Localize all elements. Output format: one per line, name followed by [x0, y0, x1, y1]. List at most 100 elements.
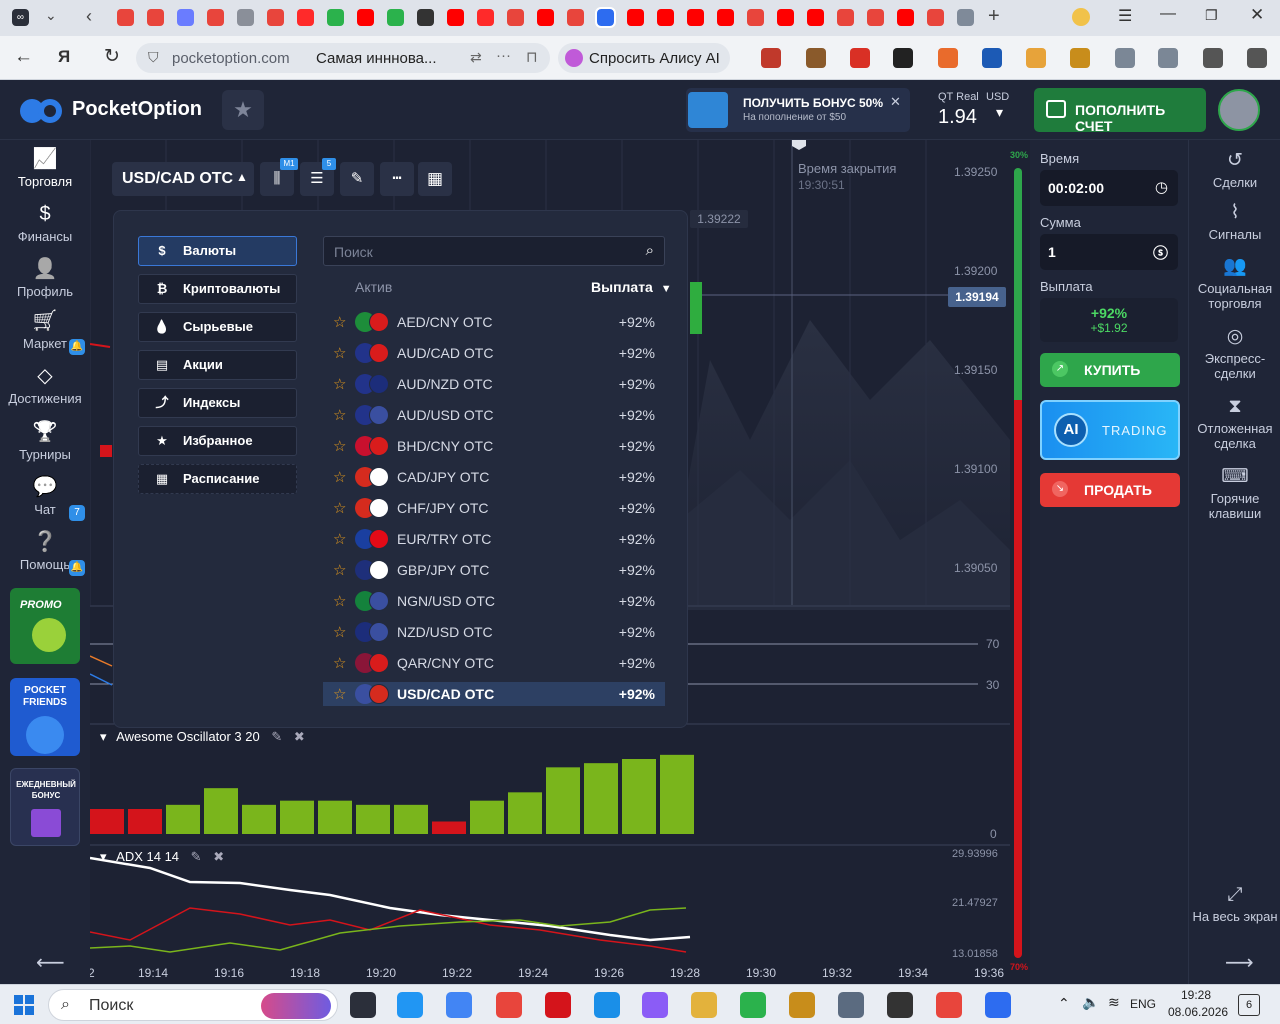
asset-row[interactable]: ☆ AED/CNY OTC +92% — [323, 310, 665, 334]
daily-bonus-card[interactable]: ЕЖЕДНЕВНЫЙ БОНУС — [10, 768, 80, 846]
taskbar-app-icon[interactable] — [642, 992, 668, 1018]
layout-button[interactable]: ▦ — [418, 162, 452, 196]
asset-row[interactable]: ☆ QAR/CNY OTC +92% — [323, 651, 665, 675]
browser-tab-icon[interactable] — [237, 9, 254, 26]
right-nav-item-2[interactable]: 👥 Социальная торговля — [1189, 256, 1280, 311]
category-commodities[interactable]: 💧Сырьевые товары — [138, 312, 297, 362]
star-outline-icon[interactable]: ☆ — [333, 313, 346, 331]
browser-tab-icon[interactable] — [837, 9, 854, 26]
time-input[interactable]: 00:02:00 ◷ — [1040, 170, 1178, 206]
chevron-down-icon[interactable]: ⌄ — [45, 7, 57, 24]
browser-tab-icon[interactable] — [477, 9, 494, 26]
indicators-button[interactable]: ☰ 5 — [300, 158, 336, 196]
asset-row[interactable]: ☆ CAD/JPY OTC +92% — [323, 465, 665, 489]
star-outline-icon[interactable]: ☆ — [333, 344, 346, 362]
asset-row[interactable]: ☆ NGN/USD OTC +92% — [323, 589, 665, 613]
extension-icon[interactable] — [1026, 48, 1046, 68]
category-favorites[interactable]: ★ Избранное — [138, 426, 297, 456]
line-style-button[interactable]: ┅ — [380, 162, 414, 196]
back-tabs-icon[interactable]: ‹ — [86, 6, 92, 27]
star-outline-icon[interactable]: ☆ — [333, 406, 346, 424]
asset-row[interactable]: ☆ EUR/TRY OTC +92% — [323, 527, 665, 551]
taskbar-app-icon[interactable] — [397, 992, 423, 1018]
asset-row[interactable]: ☆ GBP/JPY OTC +92% — [323, 558, 665, 582]
browser-tab-icon[interactable] — [147, 9, 164, 26]
profile-icon[interactable] — [1072, 8, 1090, 26]
asset-row[interactable]: ☆ BHD/CNY OTC +92% — [323, 434, 665, 458]
right-nav-item-0[interactable]: ↺ Сделки — [1189, 150, 1280, 190]
star-outline-icon[interactable]: ☆ — [333, 592, 346, 610]
extension-icon[interactable] — [1158, 48, 1178, 68]
bonus-banner[interactable]: ПОЛУЧИТЬ БОНУС 50% На пополнение от $50 … — [686, 88, 910, 132]
taskbar-app-icon[interactable] — [594, 992, 620, 1018]
clock-icon[interactable]: ◷ — [1155, 178, 1168, 196]
asset-row[interactable]: ☆ AUD/USD OTC +92% — [323, 403, 665, 427]
browser-tab-icon[interactable] — [807, 9, 824, 26]
avatar[interactable] — [1218, 89, 1260, 131]
expand-right-icon[interactable]: ⟶ — [1225, 950, 1254, 975]
extension-icon[interactable] — [938, 48, 958, 68]
left-nav-item-4[interactable]: ◇ Достижения — [0, 365, 90, 406]
category-stocks[interactable]: ▤ Акции — [138, 350, 297, 380]
deposit-button[interactable]: ПОПОЛНИТЬ СЧЕТ — [1034, 88, 1206, 134]
browser-tab-icon[interactable] — [537, 9, 554, 26]
favorites-star-icon[interactable]: ★ — [222, 90, 264, 130]
candles-type-button[interactable]: ⫼ M1 — [260, 158, 298, 196]
right-nav-item-4[interactable]: ⧗ Отложенная сделка — [1189, 396, 1280, 451]
minimize-icon[interactable]: — — [1160, 5, 1176, 23]
browser-tab-icon[interactable] — [595, 7, 616, 28]
omnibox[interactable]: ⛉ pocketoption.com Самая инннова... ⇄ ··… — [136, 43, 550, 73]
notifications-icon[interactable]: 6 — [1238, 994, 1260, 1016]
amount-input[interactable]: 1 ⓢ — [1040, 234, 1178, 270]
dollar-circle-icon[interactable]: ⓢ — [1153, 242, 1168, 263]
browser-tab-icon[interactable] — [867, 9, 884, 26]
extension-icon[interactable] — [1203, 48, 1223, 68]
browser-tab-icon[interactable] — [687, 9, 704, 26]
star-outline-icon[interactable]: ☆ — [333, 375, 346, 393]
browser-tab-icon[interactable] — [927, 9, 944, 26]
taskbar-app-icon[interactable] — [789, 992, 815, 1018]
browser-tab-icon[interactable] — [297, 9, 314, 26]
star-outline-icon[interactable]: ☆ — [333, 468, 346, 486]
browser-tab-icon[interactable] — [327, 9, 344, 26]
extension-icon[interactable] — [806, 48, 826, 68]
taskbar-app-icon[interactable] — [838, 992, 864, 1018]
star-outline-icon[interactable]: ☆ — [333, 437, 346, 455]
edit-icon[interactable]: ✎ — [271, 729, 282, 744]
promo-card[interactable]: PROMO — [10, 588, 80, 664]
category-indices[interactable]: ⤴ Индексы — [138, 388, 297, 418]
browser-tab-icon[interactable] — [507, 9, 524, 26]
translate-icon[interactable]: ⇄ — [470, 49, 482, 66]
star-outline-icon[interactable]: ☆ — [333, 623, 346, 641]
menu-icon[interactable]: ☰ — [1118, 6, 1132, 26]
refresh-icon[interactable]: ↻ — [104, 46, 120, 68]
asset-selector[interactable]: USD/CAD OTC ▲ — [112, 162, 254, 196]
browser-tab-icon[interactable] — [267, 9, 284, 26]
star-outline-icon[interactable]: ☆ — [333, 499, 346, 517]
extension-icon[interactable] — [850, 48, 870, 68]
close-banner-icon[interactable]: ✕ — [890, 94, 901, 110]
taskbar-app-icon[interactable] — [350, 992, 376, 1018]
browser-tab-icon[interactable] — [207, 9, 224, 26]
browser-tab-icon[interactable] — [747, 9, 764, 26]
asset-row[interactable]: ☆ AUD/NZD OTC +92% — [323, 372, 665, 396]
extension-icon[interactable] — [1247, 48, 1267, 68]
asset-search-input[interactable]: Поиск ⌕ — [323, 236, 665, 266]
left-nav-item-2[interactable]: 👤 Профиль — [0, 258, 90, 299]
right-nav-item-6[interactable]: ⤢ На весь экран — [1189, 884, 1280, 924]
close-window-icon[interactable]: ✕ — [1250, 5, 1264, 25]
col-payout-header[interactable]: Выплата ▼ — [591, 279, 672, 295]
browser-tab-icon[interactable] — [357, 9, 374, 26]
language-indicator[interactable]: ENG — [1130, 997, 1156, 1011]
left-nav-item-5[interactable]: 🏆 Турниры — [0, 421, 90, 462]
star-outline-icon[interactable]: ☆ — [333, 685, 346, 703]
tab-group-icon[interactable]: ∞ — [12, 9, 29, 26]
account-selector[interactable]: QT Real USD 1.94 ▾ — [926, 88, 1022, 132]
asset-row[interactable]: ☆ NZD/USD OTC +92% — [323, 620, 665, 644]
collapse-caret-icon[interactable]: ▾ — [100, 729, 107, 744]
browser-tab-icon[interactable] — [627, 9, 644, 26]
new-tab-icon[interactable]: + — [988, 5, 1000, 28]
browser-tab-icon[interactable] — [897, 9, 914, 26]
right-nav-item-3[interactable]: ◎ Экспресс-сделки — [1189, 326, 1280, 381]
browser-tab-icon[interactable] — [177, 9, 194, 26]
